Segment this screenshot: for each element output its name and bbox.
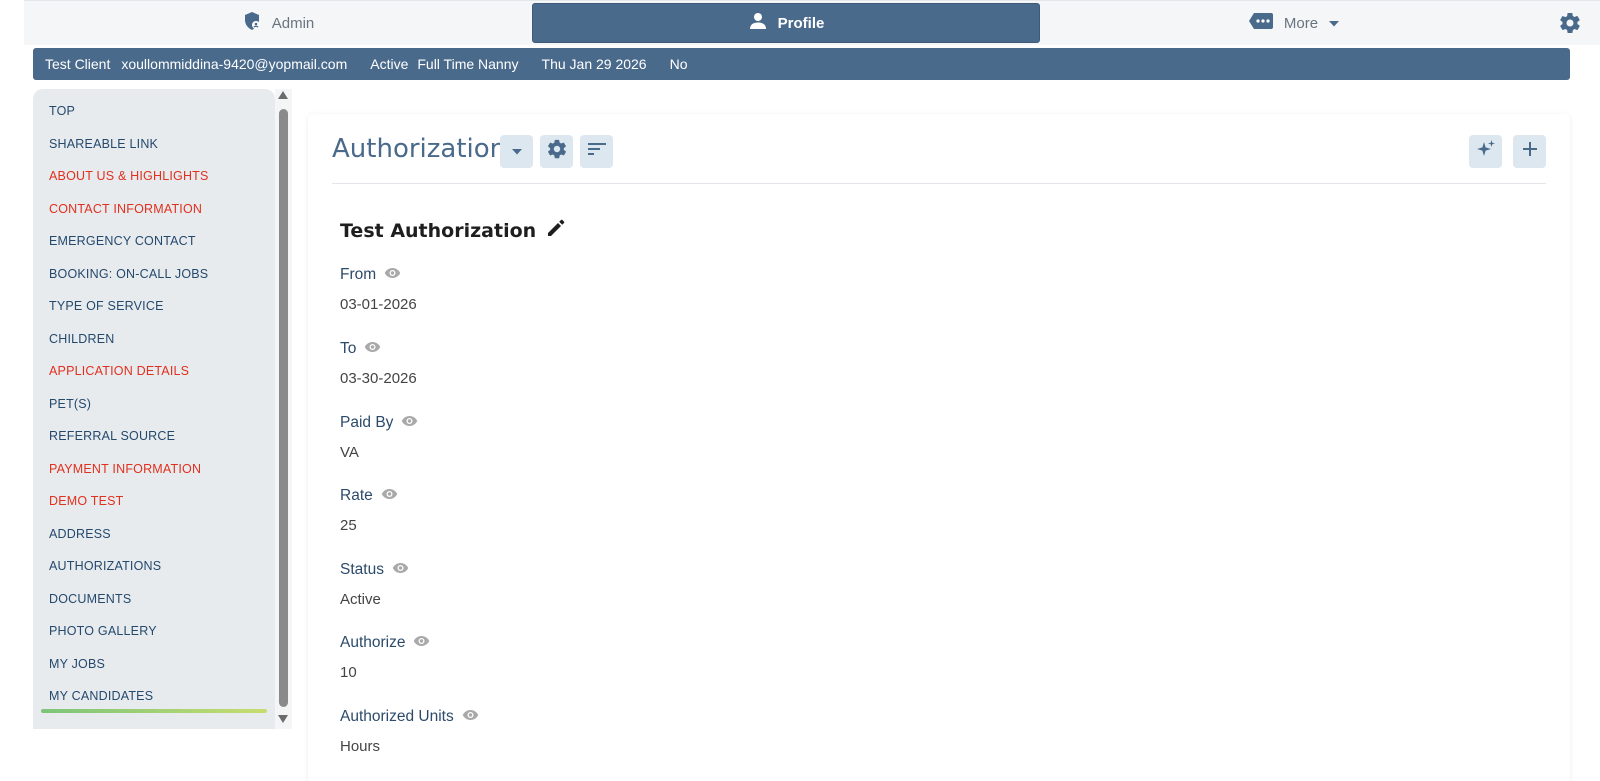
sidebar-item-pet-s[interactable]: PET(S) bbox=[33, 382, 275, 415]
tag-dots-icon bbox=[1248, 11, 1274, 35]
client-service: Full Time Nanny bbox=[417, 56, 519, 72]
field-value: VA bbox=[340, 444, 359, 461]
sidebar-item-shareable-link[interactable]: SHAREABLE LINK bbox=[33, 122, 275, 155]
plus-icon bbox=[1522, 141, 1538, 162]
sparkle-icon bbox=[1476, 139, 1496, 164]
field-to: To 03-30-2026 bbox=[340, 340, 417, 387]
field-value: Hours bbox=[340, 738, 381, 755]
sidebar-scrollbar[interactable] bbox=[275, 89, 292, 729]
field-paid-by: Paid By VA bbox=[340, 414, 418, 461]
sidebar-item-contact-information[interactable]: CONTACT INFORMATION bbox=[33, 187, 275, 220]
nav-tab-profile[interactable]: Profile bbox=[532, 3, 1040, 43]
field-value: 03-30-2026 bbox=[340, 370, 417, 387]
sidebar-item-type-of-service[interactable]: TYPE OF SERVICE bbox=[33, 284, 275, 317]
sidebar-item-booking-on-call-jobs[interactable]: BOOKING: ON-CALL JOBS bbox=[33, 252, 275, 285]
eye-icon[interactable] bbox=[381, 487, 398, 505]
field-from: From 03-01-2026 bbox=[340, 266, 417, 313]
client-date: Thu Jan 29 2026 bbox=[541, 56, 647, 72]
section-settings-button[interactable] bbox=[540, 135, 573, 168]
field-label: To bbox=[340, 340, 417, 358]
field-label-text: From bbox=[340, 266, 377, 283]
field-label: Rate bbox=[340, 487, 398, 505]
record-title: Test Authorization bbox=[340, 218, 566, 243]
record-title-text: Test Authorization bbox=[340, 219, 537, 242]
scroll-up-arrow-icon[interactable] bbox=[278, 91, 288, 99]
nav-tab-admin[interactable]: Admin bbox=[24, 3, 532, 43]
field-label: Status bbox=[340, 561, 409, 579]
sidebar-item-authorizations[interactable]: AUTHORIZATIONS bbox=[33, 544, 275, 577]
client-email: xoullommiddina-9420@yopmail.com bbox=[121, 56, 348, 72]
sidebar-item-referral-source[interactable]: REFERRAL SOURCE bbox=[33, 414, 275, 447]
dropdown-button[interactable] bbox=[500, 135, 533, 168]
nav-more-label: More bbox=[1283, 14, 1319, 32]
field-status: Status Active bbox=[340, 561, 409, 608]
field-label-text: Paid By bbox=[340, 414, 394, 431]
sidebar-item-address[interactable]: ADDRESS bbox=[33, 512, 275, 545]
sidebar-item-my-candidates[interactable]: MY CANDIDATES bbox=[33, 674, 275, 707]
caret-down-icon bbox=[511, 143, 523, 161]
pencil-icon[interactable] bbox=[546, 218, 566, 243]
card-header: Authorizations bbox=[332, 132, 1546, 184]
sidebar-item-my-jobs[interactable]: MY JOBS bbox=[33, 642, 275, 675]
sort-button[interactable] bbox=[580, 135, 613, 168]
sidebar-item-application-details[interactable]: APPLICATION DETAILS bbox=[33, 349, 275, 382]
sort-lines-icon bbox=[587, 141, 607, 162]
client-status: Active bbox=[370, 56, 409, 72]
eye-icon[interactable] bbox=[401, 414, 418, 432]
sidebar-item-photo-gallery[interactable]: PHOTO GALLERY bbox=[33, 609, 275, 642]
sidebar-item-payment-information[interactable]: PAYMENT INFORMATION bbox=[33, 447, 275, 480]
sidebar-item-emergency-contact[interactable]: EMERGENCY CONTACT bbox=[33, 219, 275, 252]
field-value: 25 bbox=[340, 517, 357, 534]
sidebar-item-documents[interactable]: DOCUMENTS bbox=[33, 577, 275, 610]
eye-icon[interactable] bbox=[384, 266, 401, 284]
person-icon bbox=[748, 11, 768, 35]
section-title: Authorizations bbox=[332, 134, 520, 164]
nav-admin-label: Admin bbox=[271, 14, 315, 32]
top-navigation: Admin Profile More bbox=[24, 0, 1600, 45]
field-value: 03-01-2026 bbox=[340, 296, 417, 313]
sidebar-item-about-us-highlights[interactable]: ABOUT US & HIGHLIGHTS bbox=[33, 154, 275, 187]
client-flag: No bbox=[669, 56, 688, 72]
client-info-bar: Test Client xoullommiddina-9420@yopmail.… bbox=[33, 48, 1570, 80]
field-label-text: Authorized Units bbox=[340, 708, 454, 725]
field-authorize: Authorize 10 bbox=[340, 634, 430, 681]
scroll-down-arrow-icon[interactable] bbox=[278, 715, 288, 723]
field-label-text: Authorize bbox=[340, 634, 406, 651]
sidebar-item-children[interactable]: CHILDREN bbox=[33, 317, 275, 350]
field-label-text: To bbox=[340, 340, 357, 357]
nav-profile-label: Profile bbox=[777, 14, 825, 32]
client-name: Test Client bbox=[45, 56, 111, 72]
shield-user-icon bbox=[242, 11, 262, 35]
sidebar-item-demo-test[interactable]: DEMO TEST bbox=[33, 479, 275, 512]
field-label: Authorized Units bbox=[340, 708, 479, 726]
field-label-text: Rate bbox=[340, 487, 373, 504]
field-rate: Rate 25 bbox=[340, 487, 398, 534]
eye-icon[interactable] bbox=[413, 634, 430, 652]
field-authorized-units: Authorized Units Hours bbox=[340, 708, 479, 755]
sidebar-list: TOP SHAREABLE LINK ABOUT US & HIGHLIGHTS CO… bbox=[33, 89, 275, 707]
field-label: Authorize bbox=[340, 634, 430, 652]
sidebar-progress-bar bbox=[41, 709, 267, 713]
ai-assist-button[interactable] bbox=[1469, 135, 1502, 168]
section-sidebar: TOP SHAREABLE LINK ABOUT US & HIGHLIGHTS CO… bbox=[33, 89, 275, 729]
gear-icon[interactable] bbox=[1558, 11, 1582, 35]
field-label-text: Status bbox=[340, 561, 384, 578]
field-value: Active bbox=[340, 591, 381, 608]
gear-icon bbox=[546, 138, 568, 165]
add-authorization-button[interactable] bbox=[1513, 135, 1546, 168]
field-label: From bbox=[340, 266, 417, 284]
eye-icon[interactable] bbox=[364, 340, 381, 358]
eye-icon[interactable] bbox=[392, 561, 409, 579]
scrollbar-thumb[interactable] bbox=[279, 109, 288, 707]
field-label: Paid By bbox=[340, 414, 418, 432]
authorizations-card: Authorizations Test Authorization From 0… bbox=[308, 114, 1570, 781]
caret-down-icon bbox=[1328, 15, 1340, 32]
field-value: 10 bbox=[340, 664, 357, 681]
nav-tab-more[interactable]: More bbox=[1040, 3, 1548, 43]
eye-icon[interactable] bbox=[462, 708, 479, 726]
sidebar-item-top[interactable]: TOP bbox=[33, 89, 275, 122]
